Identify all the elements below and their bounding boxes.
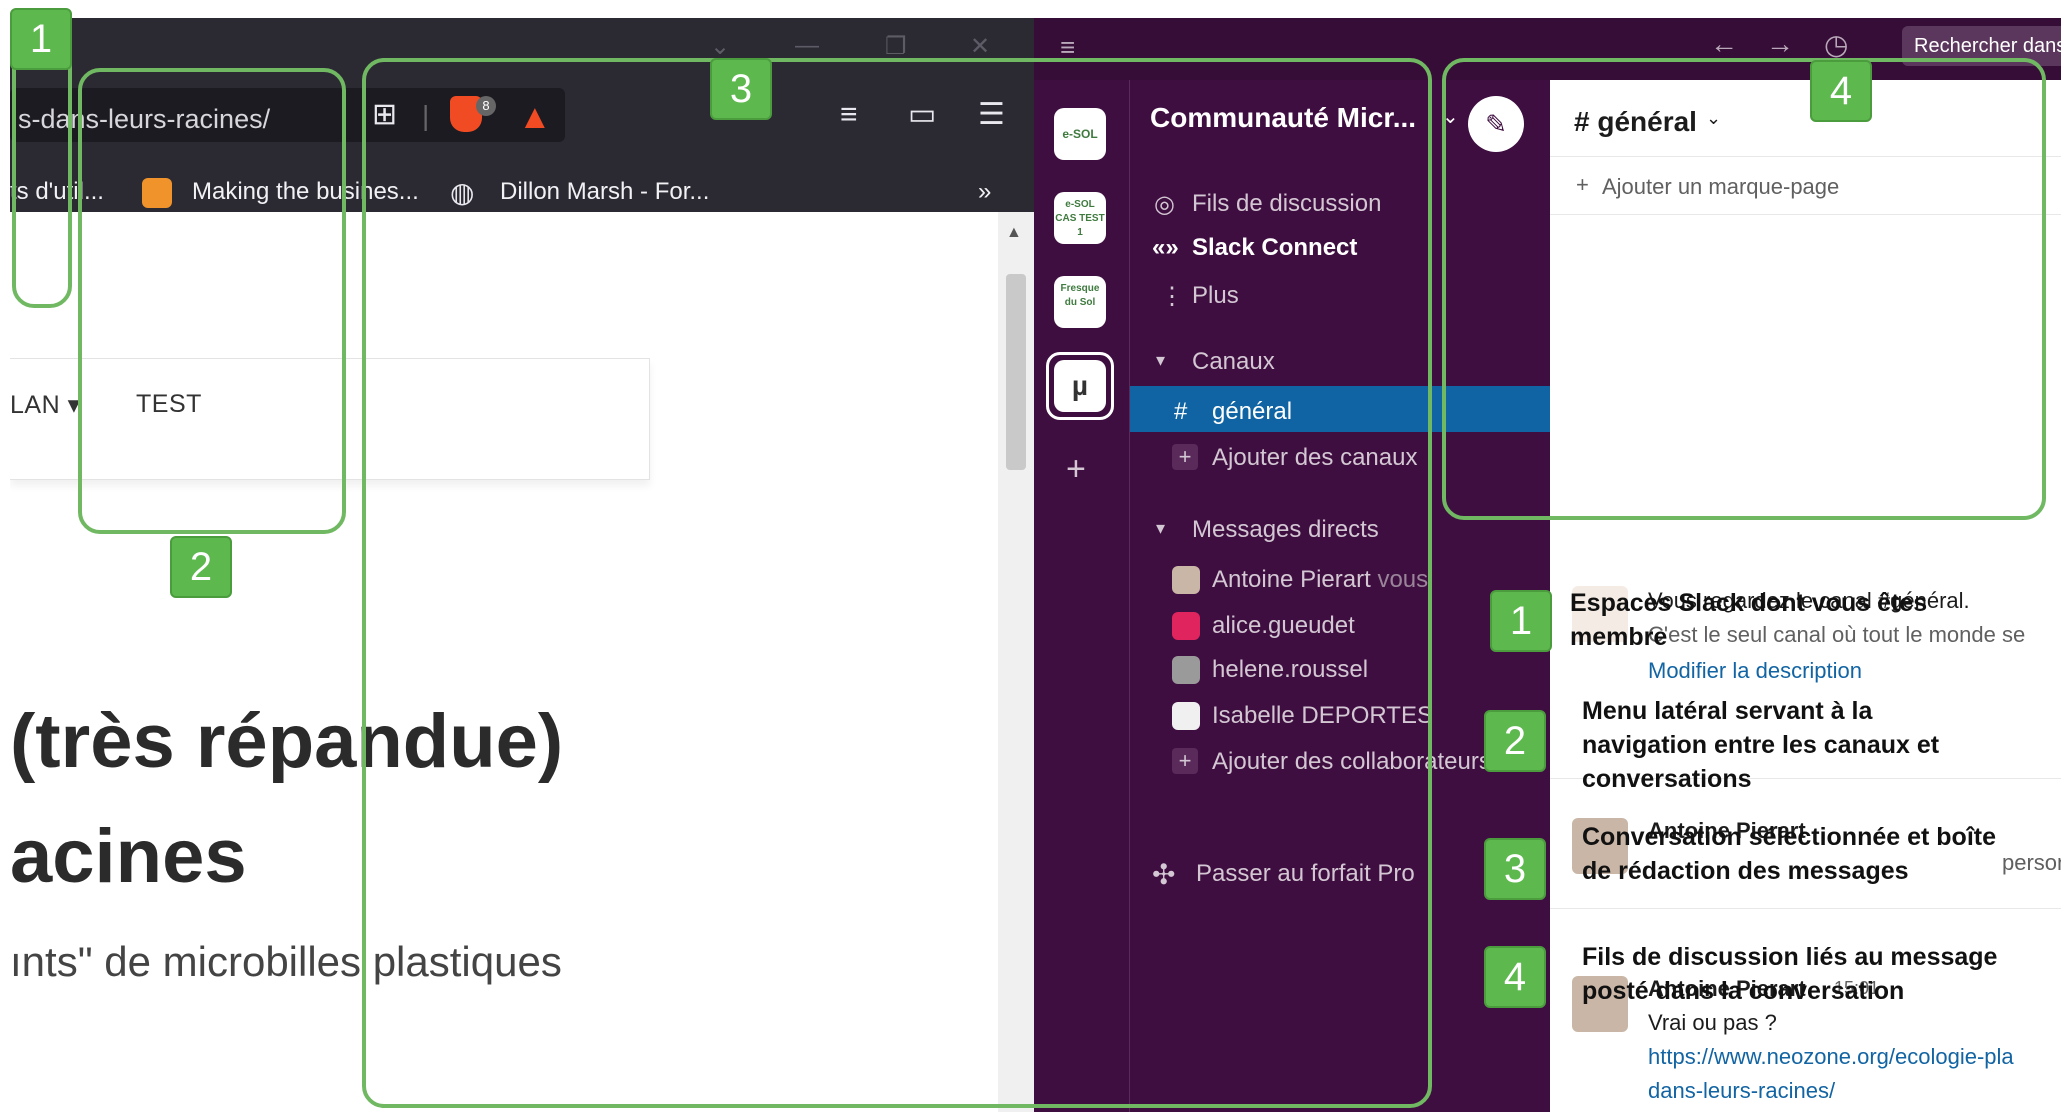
history-icon[interactable]: ◷ — [1824, 28, 1848, 61]
annotation-box-2 — [78, 68, 346, 534]
minimize-icon[interactable]: — — [795, 32, 819, 60]
screenshot-stage: ⌄ — ❐ ✕ s-dans-leurs-racines/ ⊞ | 8 ▲ ≡ … — [0, 0, 2061, 1112]
annotation-number-2: 2 — [170, 536, 232, 598]
legend-label-3: Conversation sélectionnée et boîte de ré… — [1582, 823, 1996, 885]
legend-number-2: 2 — [1484, 710, 1546, 772]
legend-label-4: Fils de discussion liés au message posté… — [1582, 943, 1998, 1005]
legend-number-3: 3 — [1484, 838, 1546, 900]
message-link-continued[interactable]: dans-leurs-racines/ — [1648, 1078, 1835, 1104]
annotation-number-1: 1 — [10, 8, 72, 70]
message-text: Vrai ou pas ? — [1648, 1010, 1777, 1035]
chevron-down-icon[interactable]: ⌄ — [710, 32, 730, 61]
legend-label-2: Menu latéral servant à la navigation ent… — [1582, 697, 1940, 793]
close-icon[interactable]: ✕ — [970, 32, 990, 61]
forward-arrow-icon[interactable]: → — [1766, 28, 1794, 60]
message-fragment: personnes — [2002, 850, 2061, 875]
annotation-box-4 — [1442, 58, 2046, 520]
restore-icon[interactable]: ❐ — [885, 32, 907, 61]
back-arrow-icon[interactable]: ← — [1710, 28, 1738, 60]
article-headline-line2: acines — [10, 814, 247, 899]
annotation-number-4: 4 — [1810, 60, 1872, 122]
edit-description-link[interactable]: Modifier la description — [1648, 658, 1862, 684]
message-link[interactable]: https://www.neozone.org/ecologie-pla — [1648, 1044, 2014, 1070]
legend-number-4: 4 — [1484, 946, 1546, 1008]
annotation-box-3 — [362, 58, 1432, 1108]
nav-item-plan[interactable]: LAN ▾ — [10, 390, 81, 420]
legend-label-1: Espaces Slack dont vous êtes membre — [1570, 589, 1928, 651]
legend-number-1: 1 — [1490, 590, 1552, 652]
divider — [1550, 908, 2061, 909]
annotation-number-3: 3 — [710, 58, 772, 120]
